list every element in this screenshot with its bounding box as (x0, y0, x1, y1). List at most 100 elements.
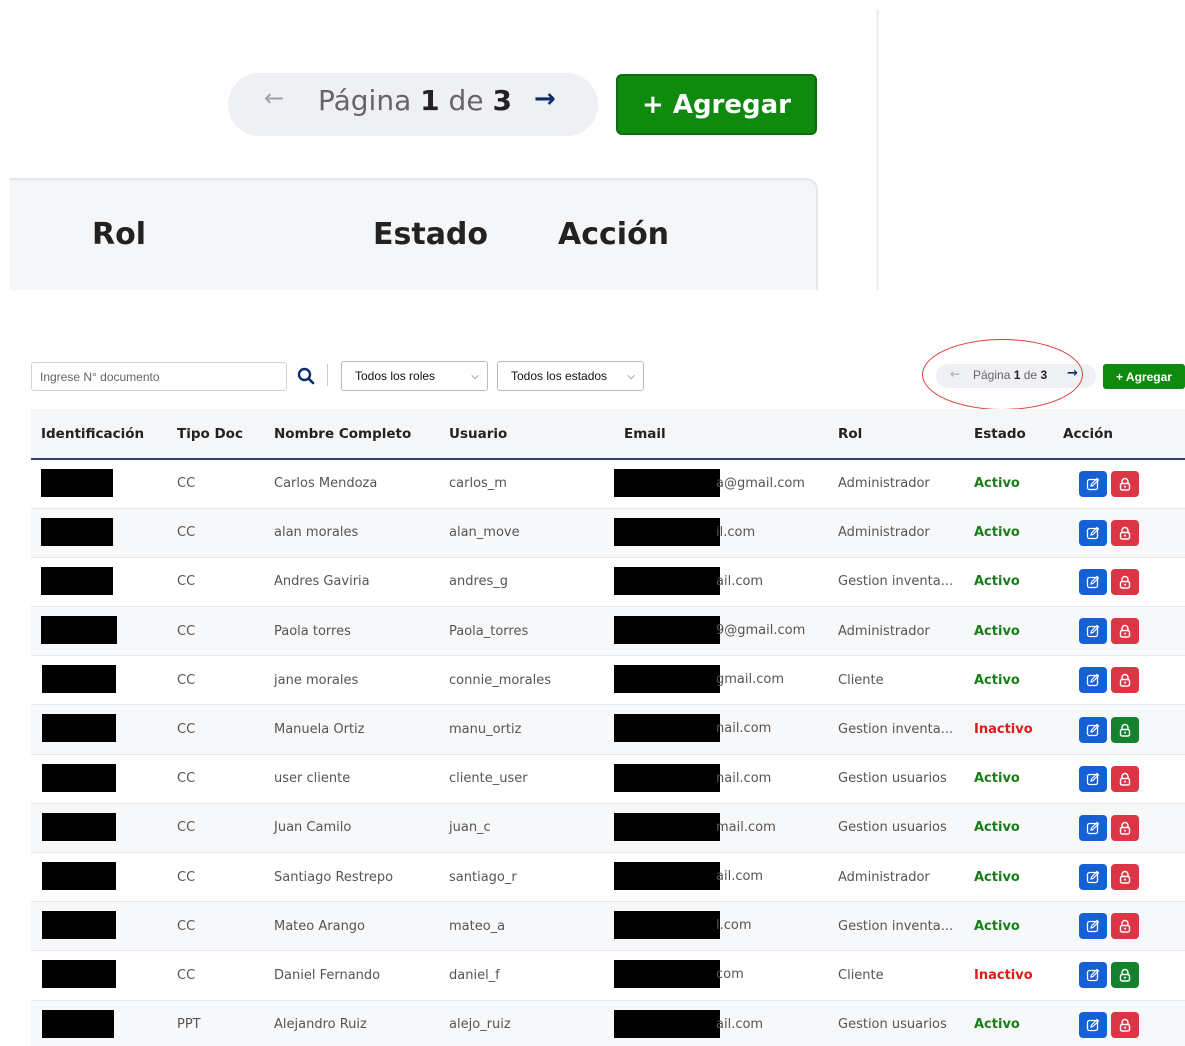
search-button[interactable] (294, 364, 318, 388)
lock-toggle-button[interactable] (1111, 470, 1139, 497)
cell-rol: Gestion usuarios (838, 1017, 947, 1033)
table-row: 11 PPT Alejandro Ruiz alejo_ruiz ail.com Gest… (31, 1000, 1185, 1046)
edit-button[interactable] (1079, 716, 1107, 743)
email-text: gmail.com (716, 672, 785, 688)
states-select-value: Todos los estados (511, 369, 608, 383)
redaction-box (42, 763, 116, 792)
table-row: 11 CC Santiago Restrepo santiago_r ail.com Ad… (31, 853, 1185, 902)
page-total: 3 (1040, 368, 1048, 382)
email-text: com (716, 967, 744, 983)
edit-icon (1086, 772, 1100, 785)
search-input[interactable] (31, 362, 287, 391)
cell-rol: Gestion usuarios (838, 771, 947, 787)
lock-toggle-button[interactable] (1111, 814, 1139, 841)
cell-rol: Administrador (838, 476, 930, 492)
status-badge: Inactivo (974, 967, 1033, 983)
roles-select[interactable]: Todos los roles ⌵ (341, 361, 488, 391)
lock-toggle-button[interactable] (1111, 618, 1139, 645)
redaction-box (614, 714, 720, 743)
cell-rol: Administrador (838, 525, 930, 541)
edit-icon (1086, 575, 1100, 589)
cell-tipo-doc: CC (177, 574, 196, 590)
lock-toggle-button[interactable] (1111, 519, 1139, 546)
edit-icon (1086, 969, 1100, 982)
lock-toggle-button[interactable] (1111, 765, 1139, 792)
header-email: Email (614, 409, 828, 460)
cell-tipo-doc: CC (177, 623, 196, 639)
cell-usuario: Paola_torres (449, 623, 529, 639)
cell-identificacion: 11 (31, 1000, 167, 1046)
cell-identificacion: 11( (31, 607, 167, 656)
cell-nombre: Manuela Ortiz (274, 722, 365, 738)
email-text: ail.com (716, 869, 764, 884)
search-icon (297, 367, 315, 385)
lock-toggle-button[interactable] (1111, 1011, 1139, 1038)
redaction-box (614, 517, 720, 546)
cell-tipo-doc: CC (177, 672, 196, 688)
states-select[interactable]: Todos los estados ⌵ (497, 361, 644, 391)
cell-usuario: daniel_f (449, 967, 500, 983)
lock-toggle-button[interactable] (1111, 913, 1139, 940)
add-button[interactable]: + Agregar (1103, 364, 1185, 389)
cell-identificacion: 11 (31, 902, 167, 951)
cell-tipo-doc: CC (177, 820, 196, 836)
table-row: 11 CC Daniel Fernando daniel_f com Cliente Ina… (31, 951, 1185, 1001)
lock-icon (1119, 969, 1131, 983)
cell-usuario: carlos_m (449, 476, 507, 492)
redaction-box (41, 517, 113, 546)
lock-toggle-button[interactable] (1111, 962, 1139, 989)
redaction-box (614, 911, 720, 940)
zoom-page-current: 1 (420, 84, 440, 117)
lock-icon (1119, 575, 1131, 589)
status-badge: Activo (974, 1017, 1020, 1033)
cell-nombre: Mateo Arango (274, 918, 366, 934)
roles-select-value: Todos los roles (355, 369, 436, 383)
edit-button[interactable] (1079, 765, 1107, 792)
cell-accion (1053, 705, 1185, 754)
header-tipo-doc: Tipo Doc (167, 409, 264, 460)
cell-rol: Administrador (838, 869, 930, 885)
cell-usuario: juan_c (449, 820, 491, 836)
lock-icon (1119, 772, 1131, 786)
email-text: mail.com (716, 819, 776, 835)
status-badge: Activo (974, 525, 1020, 541)
cell-nombre: Daniel Fernando (274, 967, 381, 983)
email-text: nail.com (716, 770, 772, 786)
lock-toggle-button[interactable] (1111, 716, 1139, 743)
edit-button[interactable] (1079, 618, 1107, 645)
cell-rol: Gestion inventa... (838, 918, 954, 934)
edit-button[interactable] (1079, 470, 1107, 497)
cell-email: ail.com (614, 557, 828, 606)
edit-button[interactable] (1079, 913, 1107, 940)
cell-accion (1053, 607, 1185, 656)
zoom-add-button: + Agregar (616, 74, 817, 135)
header-usuario: Usuario (439, 409, 614, 460)
cell-accion (1053, 459, 1185, 508)
redaction-box (614, 862, 720, 890)
lock-icon (1119, 870, 1131, 884)
lock-toggle-button[interactable] (1111, 864, 1139, 891)
redaction-box (614, 1009, 720, 1038)
edit-button[interactable] (1079, 519, 1107, 546)
table-body: 1(CC Carlos Mendoza carlos_m a@gmail.com Adm… (31, 459, 1185, 1046)
redaction-box (614, 616, 720, 645)
edit-button[interactable] (1079, 1011, 1107, 1038)
lock-toggle-button[interactable] (1111, 667, 1139, 694)
redaction-box (42, 812, 116, 841)
lock-toggle-button[interactable] (1111, 568, 1139, 595)
status-badge: Activo (974, 476, 1020, 492)
edit-button[interactable] (1079, 864, 1107, 891)
users-table: Identificación Tipo Doc Nombre Completo … (31, 409, 1185, 1046)
edit-button[interactable] (1079, 568, 1107, 595)
email-text: 9@gmail.com (716, 623, 806, 639)
table-row: 1(CC Carlos Mendoza carlos_m a@gmail.com Adm… (31, 459, 1185, 509)
edit-button[interactable] (1079, 667, 1107, 694)
cell-email: a@gmail.com (614, 459, 828, 508)
arrow-left-icon[interactable]: ← (950, 367, 960, 381)
arrow-right-icon[interactable]: → (1067, 366, 1078, 381)
edit-icon (1086, 821, 1100, 835)
edit-button[interactable] (1079, 814, 1107, 841)
cell-email: nail.com (614, 705, 828, 754)
edit-button[interactable] (1079, 962, 1107, 989)
lock-icon (1119, 821, 1131, 835)
